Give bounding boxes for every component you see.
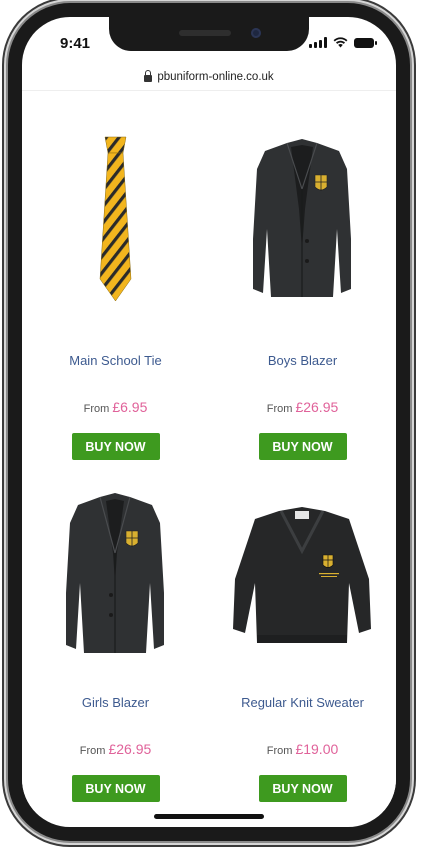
price-row: From £26.95 xyxy=(209,399,396,415)
signal-icon xyxy=(309,37,327,48)
product-name-link[interactable]: Main School Tie xyxy=(22,353,209,368)
price-prefix: From xyxy=(83,403,110,415)
price-row: From £26.95 xyxy=(22,741,209,757)
product-name-link[interactable]: Girls Blazer xyxy=(22,695,209,710)
power-button xyxy=(411,190,415,260)
speaker-grille xyxy=(179,30,231,36)
status-icons xyxy=(309,37,377,48)
lock-icon xyxy=(144,70,153,82)
buy-now-button[interactable]: BUY NOW xyxy=(71,433,160,460)
url-text: pbuniform-online.co.uk xyxy=(157,71,274,83)
buy-now-button[interactable]: BUY NOW xyxy=(258,775,347,802)
product-grid: Main School Tie From £6.95 BUY NOW Boys … xyxy=(22,95,396,811)
phone-frame: 9:41 pbuniform-online.co.uk Main School … xyxy=(8,3,410,841)
product-card: Main School Tie From £6.95 BUY NOW xyxy=(22,95,209,460)
buy-now-button[interactable]: BUY NOW xyxy=(71,775,160,802)
product-name-link[interactable]: Regular Knit Sweater xyxy=(209,695,396,710)
price-value: £6.95 xyxy=(112,399,148,415)
wifi-icon xyxy=(333,37,348,48)
price-value: £26.95 xyxy=(295,399,339,415)
price-row: From £6.95 xyxy=(22,399,209,415)
price-value: £19.00 xyxy=(295,741,339,757)
address-bar[interactable]: pbuniform-online.co.uk xyxy=(22,64,396,91)
screenshot-stage: 9:41 pbuniform-online.co.uk Main School … xyxy=(0,0,423,847)
phone-screen: 9:41 pbuniform-online.co.uk Main School … xyxy=(22,17,396,827)
front-camera xyxy=(251,28,261,38)
product-name-link[interactable]: Boys Blazer xyxy=(209,353,396,368)
phone-notch xyxy=(109,17,309,51)
price-prefix: From xyxy=(266,745,293,757)
price-prefix: From xyxy=(266,403,293,415)
product-card: Girls Blazer From £26.95 BUY NOW xyxy=(22,465,209,805)
product-card: Regular Knit Sweater From £19.00 BUY NOW xyxy=(209,465,396,805)
price-row: From £19.00 xyxy=(209,741,396,757)
price-value: £26.95 xyxy=(108,741,152,757)
price-prefix: From xyxy=(79,745,106,757)
product-card: Boys Blazer From £26.95 BUY NOW xyxy=(209,95,396,460)
status-time: 9:41 xyxy=(60,35,91,52)
striped-tie-image[interactable] xyxy=(22,129,209,309)
sweater-image[interactable] xyxy=(209,483,396,663)
home-indicator[interactable] xyxy=(154,814,264,819)
battery-icon xyxy=(354,38,377,48)
blazer-image[interactable] xyxy=(22,483,209,663)
blazer-image[interactable] xyxy=(209,129,396,309)
buy-now-button[interactable]: BUY NOW xyxy=(258,433,347,460)
